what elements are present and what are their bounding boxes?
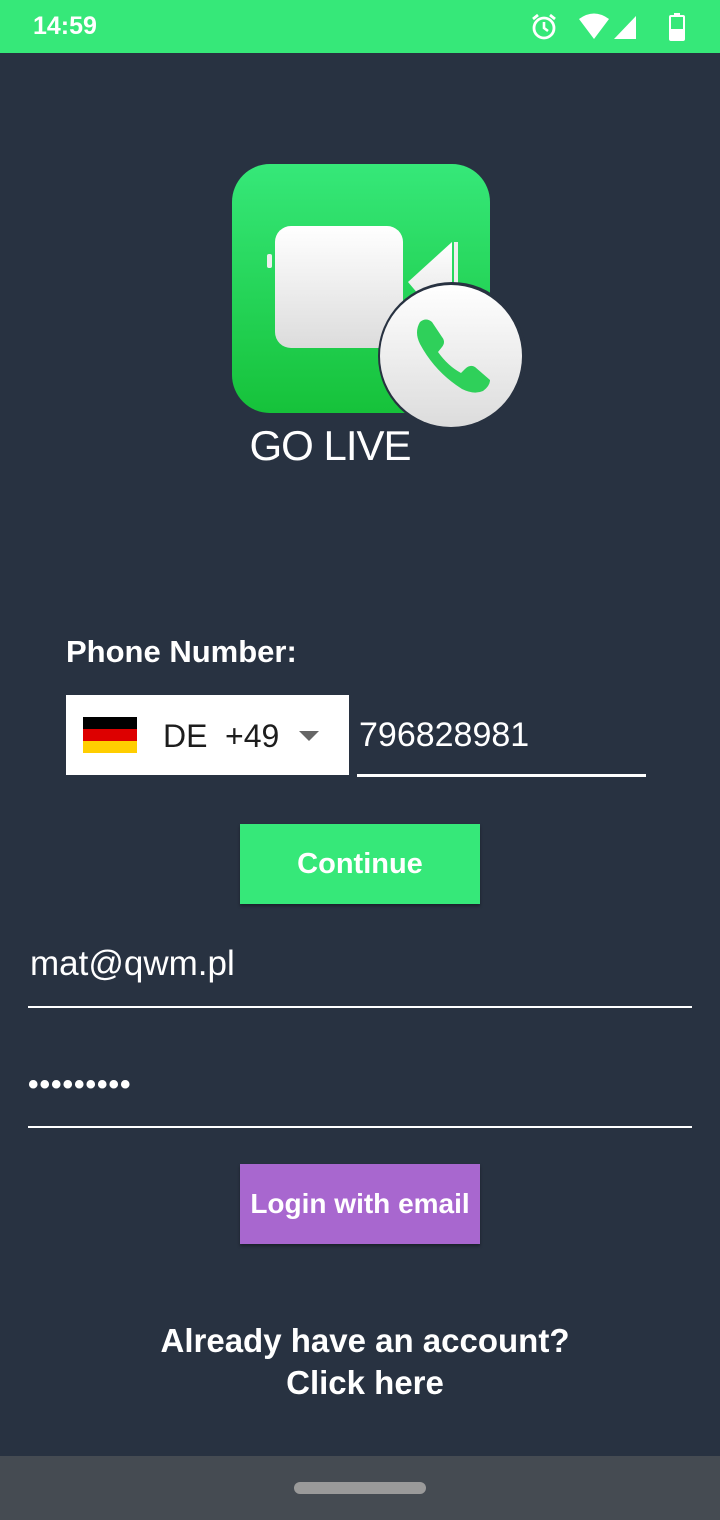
password-field[interactable]: •••••••••: [28, 1048, 692, 1128]
phone-number-value: 796828981: [359, 716, 530, 754]
status-bar: 14:59: [0, 0, 720, 53]
click-here-link[interactable]: Click here: [0, 1362, 720, 1404]
germany-flag-icon: [83, 717, 137, 753]
chevron-down-icon: [299, 731, 319, 741]
navigation-bar: [0, 1456, 720, 1520]
battery-icon: [669, 13, 685, 41]
continue-button[interactable]: Continue: [240, 824, 480, 904]
dial-code: +49: [225, 718, 280, 754]
login-with-email-button[interactable]: Login with email: [240, 1164, 480, 1244]
phone-number-label: Phone Number:: [66, 634, 297, 669]
video-call-icon: [232, 164, 526, 430]
already-have-account-link[interactable]: Already have an account? Click here: [0, 1320, 720, 1404]
account-prompt: Already have an account?: [160, 1322, 570, 1359]
email-field[interactable]: mat@qwm.pl: [28, 928, 692, 1008]
phone-number-input[interactable]: 796828981: [357, 695, 646, 777]
app-title: GO LIVE: [249, 422, 411, 469]
country-code: DE: [163, 718, 208, 754]
signal-icon: [614, 16, 636, 39]
home-gesture-handle[interactable]: [294, 1482, 426, 1494]
wifi-icon: [579, 13, 609, 39]
email-value: mat@qwm.pl: [30, 944, 235, 983]
alarm-icon: [532, 13, 556, 40]
status-time: 14:59: [33, 12, 97, 40]
password-value: •••••••••: [28, 1068, 132, 1101]
country-code-picker[interactable]: DE +49: [66, 695, 349, 775]
